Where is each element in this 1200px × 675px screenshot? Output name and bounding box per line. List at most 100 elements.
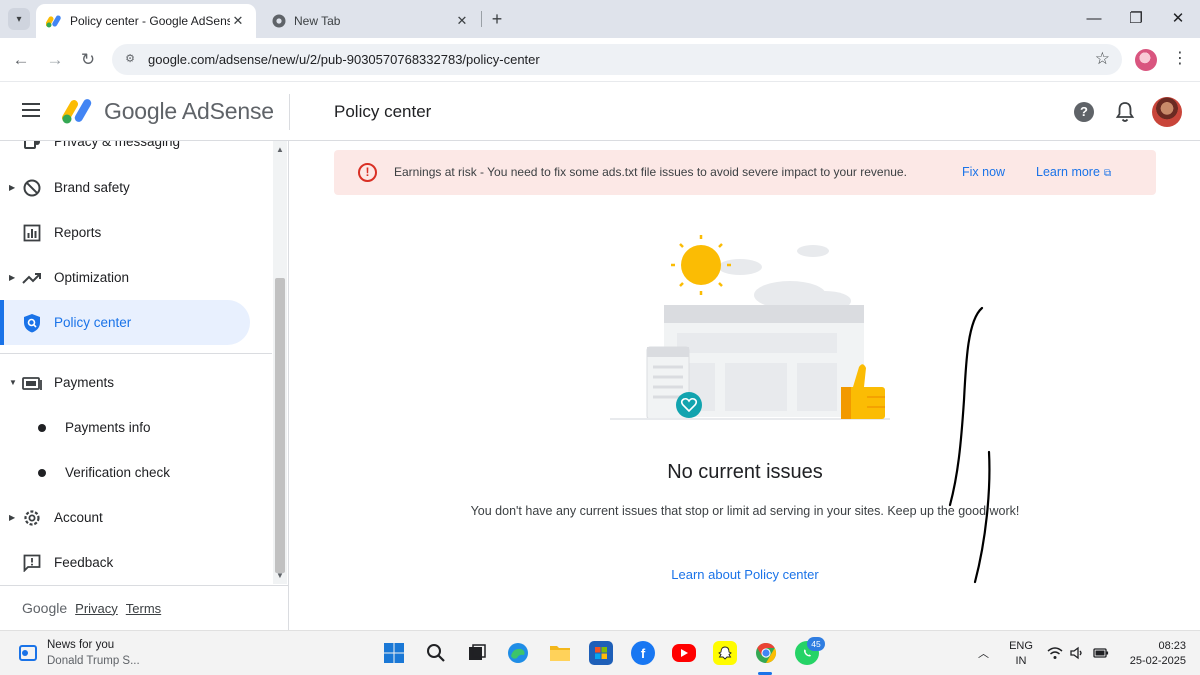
- alert-message: Earnings at risk - You need to fix some …: [394, 165, 907, 179]
- speaker-icon[interactable]: [1070, 646, 1086, 660]
- url-text[interactable]: google.com/adsense/new/u/2/pub-903057076…: [148, 52, 540, 67]
- tab-title: Policy center - Google AdSense: [70, 14, 230, 28]
- new-tab-button[interactable]: +: [487, 8, 507, 30]
- learn-about-policy-center-link[interactable]: Learn about Policy center: [620, 567, 870, 582]
- input-language-indicator[interactable]: ENG IN: [1009, 639, 1033, 669]
- sidebar-item-label: Verification check: [65, 465, 171, 480]
- scroll-thumb[interactable]: [275, 278, 285, 573]
- expand-caret-icon[interactable]: ▶: [9, 183, 15, 192]
- facebook-icon[interactable]: f: [631, 641, 655, 665]
- no-issues-description: You don't have any current issues that s…: [470, 504, 1020, 518]
- terms-link[interactable]: Terms: [126, 601, 161, 616]
- sidebar-item-policy-center[interactable]: Policy center: [0, 300, 250, 345]
- notifications-bell-icon[interactable]: [1115, 101, 1135, 123]
- site-info-icon[interactable]: ⚙: [122, 51, 138, 67]
- news-widget-title[interactable]: News for you: [47, 639, 114, 651]
- policy-shield-icon: [22, 313, 42, 333]
- file-explorer-icon[interactable]: [548, 641, 572, 665]
- privacy-link[interactable]: Privacy: [75, 601, 118, 616]
- sidebar-scrollbar[interactable]: ▲ ▼: [273, 141, 287, 584]
- sidebar-item-verification-check[interactable]: Verification check: [0, 450, 272, 495]
- earnings-at-risk-alert: ! Earnings at risk - You need to fix som…: [334, 150, 1156, 195]
- region-code: IN: [1015, 655, 1027, 667]
- sidebar-item-label: Payments info: [65, 420, 151, 435]
- tab-new-tab[interactable]: New Tab ✕: [262, 4, 480, 38]
- payments-icon: [22, 373, 42, 393]
- account-avatar[interactable]: [1152, 97, 1182, 127]
- sidebar-item-account[interactable]: ▶ Account: [0, 495, 272, 540]
- minimize-button[interactable]: —: [1080, 7, 1108, 31]
- expand-caret-icon[interactable]: ▶: [9, 273, 15, 282]
- system-clock[interactable]: 08:23 25-02-2025: [1120, 639, 1186, 669]
- scroll-up-arrow-icon[interactable]: ▲: [276, 145, 284, 154]
- sidebar-footer: Google Privacy Terms: [0, 585, 288, 630]
- adsense-logo-icon: [62, 99, 92, 124]
- language-code: ENG: [1009, 640, 1033, 652]
- task-view-icon[interactable]: [465, 641, 489, 665]
- edge-browser-icon[interactable]: [506, 641, 530, 665]
- hamburger-menu-icon[interactable]: [22, 103, 40, 117]
- block-icon: [22, 178, 42, 198]
- battery-icon[interactable]: [1093, 647, 1109, 659]
- scroll-down-arrow-icon[interactable]: ▼: [276, 571, 284, 580]
- adsense-header: Google AdSense Policy center ?: [0, 83, 1200, 141]
- close-icon[interactable]: ✕: [454, 13, 470, 29]
- back-button[interactable]: ←: [9, 48, 33, 72]
- restore-button[interactable]: ❐: [1122, 7, 1150, 31]
- browser-toolbar: ← → ↻ ⚙ google.com/adsense/new/u/2/pub-9…: [0, 38, 1200, 82]
- trending-up-icon: [22, 268, 42, 288]
- bullet-icon: [38, 423, 46, 432]
- youtube-icon[interactable]: [672, 644, 696, 662]
- tab-search-button[interactable]: ▾: [8, 8, 30, 30]
- window-close-button[interactable]: ✕: [1164, 7, 1192, 31]
- gear-icon: [22, 508, 42, 528]
- search-icon[interactable]: [424, 641, 448, 665]
- sidebar-item-reports[interactable]: Reports: [0, 210, 272, 255]
- help-icon[interactable]: ?: [1074, 102, 1094, 122]
- browser-menu-icon[interactable]: ⋮: [1172, 48, 1188, 68]
- reload-button[interactable]: ↻: [76, 48, 100, 72]
- sidebar-item-payments-info[interactable]: Payments info: [0, 405, 272, 450]
- fix-now-button[interactable]: Fix now: [962, 165, 1005, 179]
- windows-start-icon[interactable]: [382, 641, 406, 665]
- show-hidden-icons-chevron-icon[interactable]: ︿: [978, 645, 989, 661]
- sidebar-item-brand-safety[interactable]: ▶ Brand safety: [0, 165, 272, 210]
- address-bar[interactable]: ⚙ google.com/adsense/new/u/2/pub-9030570…: [112, 44, 1122, 75]
- reports-chart-icon: [22, 223, 42, 243]
- brand-name: Google AdSense: [104, 98, 274, 124]
- sidebar-item-payments[interactable]: ▼ Payments: [0, 360, 272, 405]
- forward-button[interactable]: →: [43, 48, 67, 72]
- sidebar-item-feedback[interactable]: Feedback: [0, 540, 272, 585]
- windows-taskbar: News for you Donald Trump S... f 45 ︿ EN…: [0, 630, 1200, 675]
- error-icon: !: [358, 163, 377, 182]
- sidebar-item-label: Policy center: [54, 315, 132, 330]
- open-external-icon: ⧉: [1103, 168, 1112, 179]
- chrome-favicon-icon: [272, 14, 286, 28]
- close-icon[interactable]: ✕: [230, 13, 246, 29]
- whatsapp-unread-badge: 45: [807, 637, 825, 651]
- news-weather-icon[interactable]: [18, 643, 40, 663]
- bookmark-star-icon[interactable]: ☆: [1095, 49, 1110, 69]
- tab-policy-center[interactable]: Policy center - Google AdSense ✕: [36, 4, 256, 38]
- header-divider: [289, 94, 290, 130]
- browser-tabstrip: ▾ Policy center - Google AdSense ✕ New T…: [0, 0, 1200, 38]
- sidebar-divider: [0, 353, 272, 354]
- expand-caret-icon[interactable]: ▶: [9, 513, 15, 522]
- no-issues-illustration: [610, 235, 890, 420]
- microsoft-store-icon[interactable]: [589, 641, 613, 665]
- no-issues-heading: No current issues: [667, 461, 823, 483]
- profile-avatar-button[interactable]: [1135, 49, 1157, 71]
- sidebar-item-optimization[interactable]: ▶ Optimization: [0, 255, 272, 300]
- snapchat-icon[interactable]: [713, 641, 737, 665]
- wifi-icon[interactable]: [1047, 646, 1063, 660]
- chrome-icon[interactable]: [754, 641, 778, 665]
- sidebar-item-privacy-messaging[interactable]: Privacy & messaging: [0, 141, 272, 164]
- sidebar-item-label: Account: [54, 510, 103, 525]
- collapse-caret-icon[interactable]: ▼: [9, 378, 17, 387]
- news-widget-headline[interactable]: Donald Trump S...: [47, 655, 140, 667]
- sidebar-item-label: Brand safety: [54, 180, 130, 195]
- learn-more-link[interactable]: Learn more ⧉: [1036, 165, 1111, 179]
- bullet-icon: [38, 468, 46, 477]
- feedback-icon: [22, 553, 42, 573]
- clock-time: 08:23: [1158, 640, 1186, 652]
